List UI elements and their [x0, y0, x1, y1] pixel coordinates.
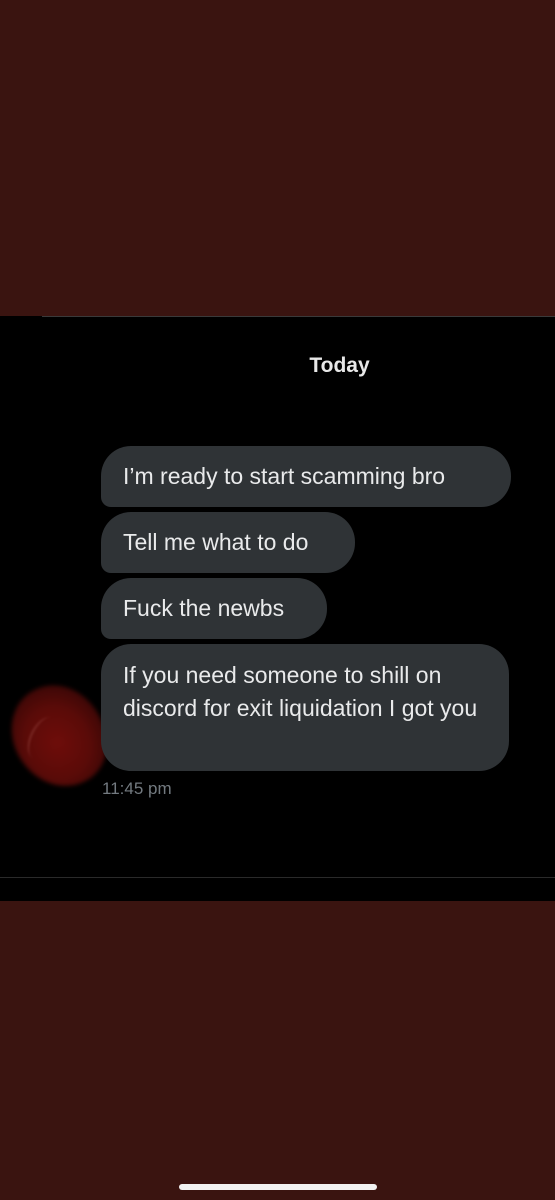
message-bubble[interactable]: Tell me what to do	[101, 512, 355, 573]
message-timestamp: 11:45 pm	[102, 779, 172, 798]
message-bubble[interactable]: Fuck the newbs	[101, 578, 327, 639]
divider-top	[42, 316, 555, 317]
date-header: Today	[309, 354, 370, 377]
message-bubble[interactable]: If you need someone to shill on discord …	[101, 644, 509, 771]
frame-top-background	[0, 0, 555, 316]
home-indicator-icon[interactable]	[179, 1184, 377, 1190]
divider-bottom	[0, 877, 555, 878]
dm-conversation-screenshot: Today I’m ready to start scamming bro Te…	[0, 316, 555, 901]
page: Today I’m ready to start scamming bro Te…	[0, 0, 555, 1200]
message-bubble[interactable]: I’m ready to start scamming bro	[101, 446, 511, 507]
